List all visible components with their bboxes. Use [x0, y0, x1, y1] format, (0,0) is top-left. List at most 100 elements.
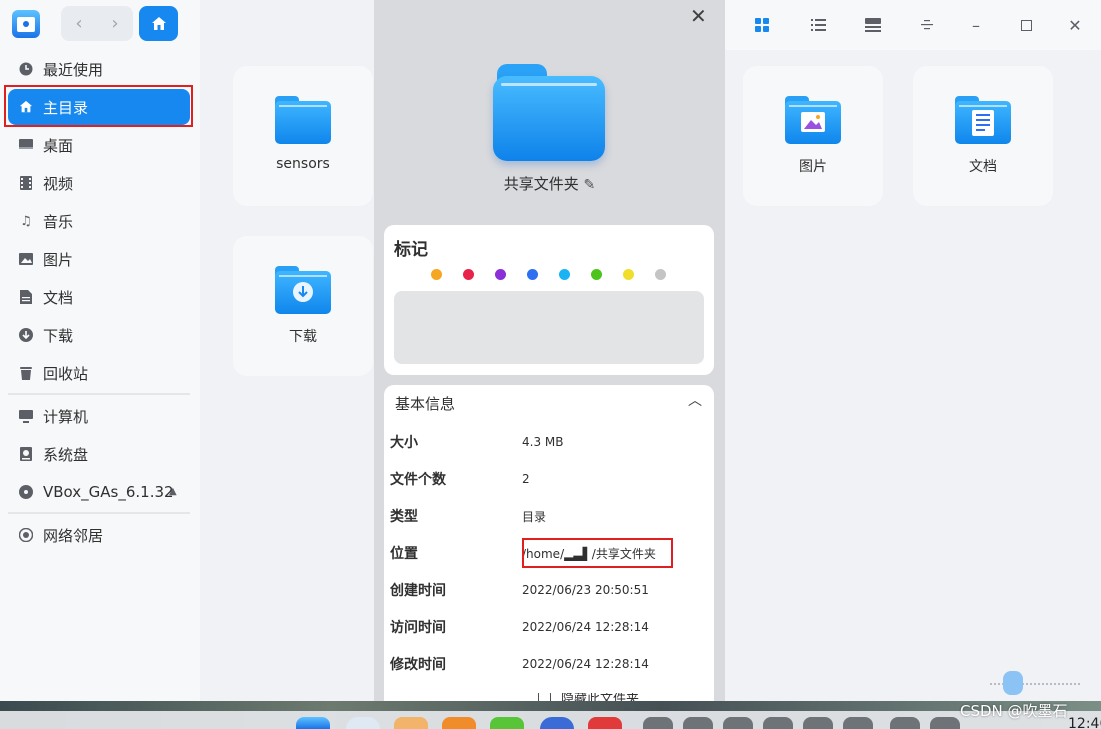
- browser-dock-icon[interactable]: [346, 717, 380, 729]
- list-icon: [810, 19, 826, 31]
- close-window-button[interactable]: ✕: [1065, 15, 1085, 35]
- hide-folder-checkbox[interactable]: 隐藏此文件夹: [538, 693, 639, 701]
- list-view-button[interactable]: [808, 15, 828, 35]
- folder-icon: [275, 96, 331, 144]
- sidebar-item-trash[interactable]: 回收站: [8, 355, 190, 391]
- forward-button[interactable]: ›: [97, 6, 133, 41]
- tray-icon[interactable]: [683, 717, 713, 729]
- tag-color-yellow[interactable]: [623, 269, 634, 280]
- info-row-size: 大小 4.3 MB: [390, 432, 563, 452]
- sidebar-divider: [8, 512, 190, 514]
- tag-card: 标记: [384, 225, 714, 375]
- highlight-box-location: [522, 538, 673, 568]
- menu-button[interactable]: [917, 15, 937, 35]
- chat-dock-icon[interactable]: [490, 717, 524, 729]
- app-dock-icon[interactable]: [588, 717, 622, 729]
- tray-icon[interactable]: [803, 717, 833, 729]
- info-row-type: 类型 目录: [390, 506, 546, 526]
- home-breadcrumb-button[interactable]: [139, 6, 178, 41]
- tray-icon[interactable]: [930, 717, 960, 729]
- tray-icon[interactable]: [890, 717, 920, 729]
- music-dock-icon[interactable]: [442, 717, 476, 729]
- video-icon: [18, 175, 34, 191]
- sidebar-item-label: 网络邻居: [43, 526, 104, 545]
- sidebar-item-label: 视频: [43, 174, 74, 193]
- file-tile-documents[interactable]: 文档: [913, 66, 1053, 206]
- file-manager-dock-icon[interactable]: [296, 717, 330, 729]
- info-row-modified: 修改时间 2022/06/24 12:28:14: [390, 654, 649, 674]
- settings-dock-icon[interactable]: [540, 717, 574, 729]
- tray-icon[interactable]: [843, 717, 873, 729]
- sidebar-item-recent[interactable]: 最近使用: [8, 51, 190, 87]
- tag-color-cyan[interactable]: [559, 269, 570, 280]
- sidebar-item-label: 图片: [43, 250, 74, 269]
- sidebar-item-computer[interactable]: 计算机: [8, 398, 190, 434]
- documents-folder-icon: [955, 96, 1011, 144]
- sidebar-divider: [8, 393, 190, 395]
- tag-section-title: 标记: [394, 240, 428, 260]
- sidebar-item-system-disk[interactable]: 系统盘: [8, 436, 190, 472]
- document-icon: [18, 289, 34, 305]
- info-value: 2: [522, 472, 530, 486]
- info-row-file-count: 文件个数 2: [390, 469, 530, 489]
- file-label: sensors: [276, 156, 330, 172]
- sidebar-item-music[interactable]: ♫ 音乐: [8, 203, 190, 239]
- sidebar-item-network[interactable]: 网络邻居: [8, 517, 190, 553]
- basic-info-title: 基本信息: [395, 395, 456, 413]
- sidebar-item-desktop[interactable]: 桌面: [8, 127, 190, 163]
- file-view-left: sensors 下载: [200, 0, 374, 701]
- desktop-icon: [18, 137, 34, 153]
- large-folder-icon: [493, 64, 605, 161]
- tag-color-green[interactable]: [591, 269, 602, 280]
- sidebar-item-videos[interactable]: 视频: [8, 165, 190, 201]
- tag-input-area[interactable]: [394, 291, 704, 364]
- icon-view-button[interactable]: [752, 15, 772, 35]
- sidebar-item-label: VBox_GAs_6.1.32: [43, 483, 174, 501]
- file-tile-pictures[interactable]: 图片: [743, 66, 883, 206]
- info-row-created: 创建时间 2022/06/23 20:50:51: [390, 580, 649, 600]
- navigation-buttons: ‹ ›: [61, 6, 133, 41]
- trash-icon: [18, 365, 34, 381]
- minimize-icon: –: [972, 15, 980, 35]
- network-icon: [18, 527, 34, 543]
- tray-icon[interactable]: [723, 717, 753, 729]
- icon-size-slider-handle[interactable]: [1003, 671, 1023, 695]
- sidebar-item-pictures[interactable]: 图片: [8, 241, 190, 277]
- info-value: 2022/06/24 12:28:14: [522, 657, 649, 671]
- minimize-button[interactable]: –: [966, 15, 986, 35]
- watermark: CSDN @吹墨石: [960, 702, 1068, 720]
- highlight-box-home: [4, 85, 193, 127]
- close-icon[interactable]: ✕: [690, 4, 707, 28]
- tray-icon[interactable]: [763, 717, 793, 729]
- sidebar-item-downloads[interactable]: 下载: [8, 317, 190, 353]
- tag-color-purple[interactable]: [495, 269, 506, 280]
- maximize-button[interactable]: [1016, 15, 1036, 35]
- chevron-up-icon[interactable]: ︿: [688, 390, 702, 410]
- tag-color-orange[interactable]: [431, 269, 442, 280]
- properties-panel: ✕ 共享文件夹 ✎ 标记 基本信息 ︿ 大小 4.3 MB 文件个数 2 类型 …: [374, 0, 725, 701]
- sidebar-item-label: 桌面: [43, 136, 74, 155]
- tag-color-red[interactable]: [463, 269, 474, 280]
- tag-color-gray[interactable]: [655, 269, 666, 280]
- eject-icon[interactable]: ▲: [169, 486, 177, 497]
- grid-icon: [755, 18, 769, 32]
- close-icon: ✕: [1068, 15, 1082, 35]
- file-label: 下载: [289, 329, 317, 345]
- tag-color-blue[interactable]: [527, 269, 538, 280]
- info-key: 访问时间: [390, 620, 446, 636]
- chevron-left-icon: ‹: [75, 13, 83, 34]
- tray-icon[interactable]: [643, 717, 673, 729]
- edit-pencil-icon[interactable]: ✎: [584, 177, 596, 193]
- info-value: 目录: [522, 509, 547, 524]
- info-key: 大小: [390, 435, 418, 451]
- titlebar: – ✕: [725, 0, 1101, 50]
- file-manager-app-icon: [12, 10, 40, 38]
- sidebar-item-vbox-cdrom[interactable]: VBox_GAs_6.1.32: [8, 474, 190, 510]
- sidebar-item-documents[interactable]: 文档: [8, 279, 190, 315]
- file-tile-downloads[interactable]: 下载: [233, 236, 373, 376]
- back-button[interactable]: ‹: [61, 6, 97, 41]
- home-icon: [151, 16, 166, 30]
- store-dock-icon[interactable]: [394, 717, 428, 729]
- file-tile-sensors[interactable]: sensors: [233, 66, 373, 206]
- detail-view-button[interactable]: [863, 15, 883, 35]
